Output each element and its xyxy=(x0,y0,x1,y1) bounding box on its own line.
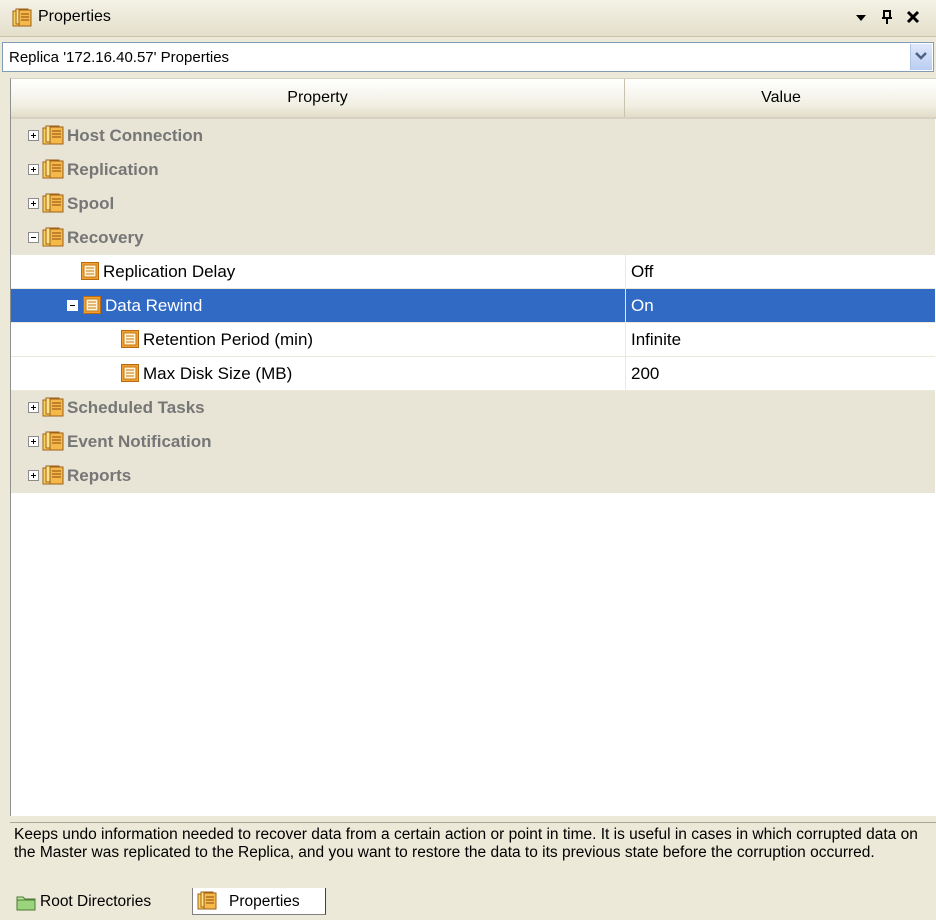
category-label: Event Notification xyxy=(67,432,212,451)
expand-icon[interactable] xyxy=(28,130,39,141)
bottom-tab-strip: Root Directories Properties xyxy=(0,888,936,915)
grid-header: Property Value xyxy=(11,79,936,119)
tab-label: Root Directories xyxy=(40,893,152,910)
category-row[interactable]: Reports xyxy=(11,459,935,493)
expand-icon[interactable] xyxy=(28,436,39,447)
dropdown-arrow-icon[interactable] xyxy=(850,6,872,28)
chevron-down-icon[interactable] xyxy=(910,44,932,70)
expand-icon[interactable] xyxy=(28,402,39,413)
folder-icon xyxy=(16,893,36,920)
window-title: Properties xyxy=(38,8,111,25)
category-label: Spool xyxy=(67,194,115,213)
category-row[interactable]: Spool xyxy=(11,187,935,221)
category-row[interactable]: Event Notification xyxy=(11,425,935,459)
category-label: Recovery xyxy=(67,228,144,247)
category-row[interactable]: Host Connection xyxy=(11,119,935,153)
expand-icon[interactable] xyxy=(28,470,39,481)
category-label: Host Connection xyxy=(67,126,203,145)
property-row[interactable]: Data Rewind On xyxy=(11,289,935,323)
category-icon xyxy=(42,158,64,185)
tab-label: Properties xyxy=(229,893,300,910)
category-label: Replication xyxy=(67,160,159,179)
property-row[interactable]: Max Disk Size (MB) 200 xyxy=(11,357,935,391)
property-label: Max Disk Size (MB) xyxy=(143,364,293,383)
collapse-icon[interactable] xyxy=(28,232,39,243)
category-icon xyxy=(42,226,64,253)
category-icon xyxy=(42,396,64,423)
properties-icon xyxy=(12,8,32,33)
property-label: Retention Period (min) xyxy=(143,330,314,349)
object-selector[interactable]: Replica '172.16.40.57' Properties xyxy=(2,42,934,72)
expand-icon[interactable] xyxy=(28,164,39,175)
property-value[interactable]: Off xyxy=(631,255,653,289)
category-icon xyxy=(42,124,64,151)
description-panel: Keeps undo information needed to recover… xyxy=(10,822,936,889)
column-header-property[interactable]: Property xyxy=(11,79,625,117)
expand-icon[interactable] xyxy=(28,198,39,209)
title-bar: Properties xyxy=(0,0,936,37)
collapse-icon[interactable] xyxy=(67,300,78,311)
column-header-value[interactable]: Value xyxy=(625,79,936,117)
pin-icon[interactable] xyxy=(876,6,898,28)
properties-window: Properties Replica '172.16.40.57' Proper… xyxy=(0,0,936,915)
category-label: Scheduled Tasks xyxy=(67,398,205,417)
object-selector-value: Replica '172.16.40.57' Properties xyxy=(9,49,230,66)
category-row[interactable]: Scheduled Tasks xyxy=(11,391,935,425)
property-icon xyxy=(81,262,99,285)
category-row[interactable]: Replication xyxy=(11,153,935,187)
property-value[interactable]: 200 xyxy=(631,357,659,391)
property-icon xyxy=(83,296,101,319)
close-icon[interactable] xyxy=(902,6,924,28)
property-label: Data Rewind xyxy=(105,296,203,315)
property-row[interactable]: Retention Period (min) Infinite xyxy=(11,323,935,357)
property-label: Replication Delay xyxy=(103,262,236,281)
properties-icon xyxy=(197,891,217,920)
property-value[interactable]: On xyxy=(631,289,654,323)
category-icon xyxy=(42,464,64,491)
description-text: Keeps undo information needed to recover… xyxy=(14,826,918,861)
property-grid: Property Value Host Connection Replicatio… xyxy=(10,78,936,816)
property-value[interactable]: Infinite xyxy=(631,323,681,357)
property-icon xyxy=(121,330,139,353)
category-label: Reports xyxy=(67,466,132,485)
category-icon xyxy=(42,192,64,219)
category-icon xyxy=(42,430,64,457)
tab-properties[interactable]: Properties xyxy=(192,888,326,915)
property-row[interactable]: Replication Delay Off xyxy=(11,255,935,289)
property-icon xyxy=(121,364,139,387)
category-row[interactable]: Recovery xyxy=(11,221,935,255)
